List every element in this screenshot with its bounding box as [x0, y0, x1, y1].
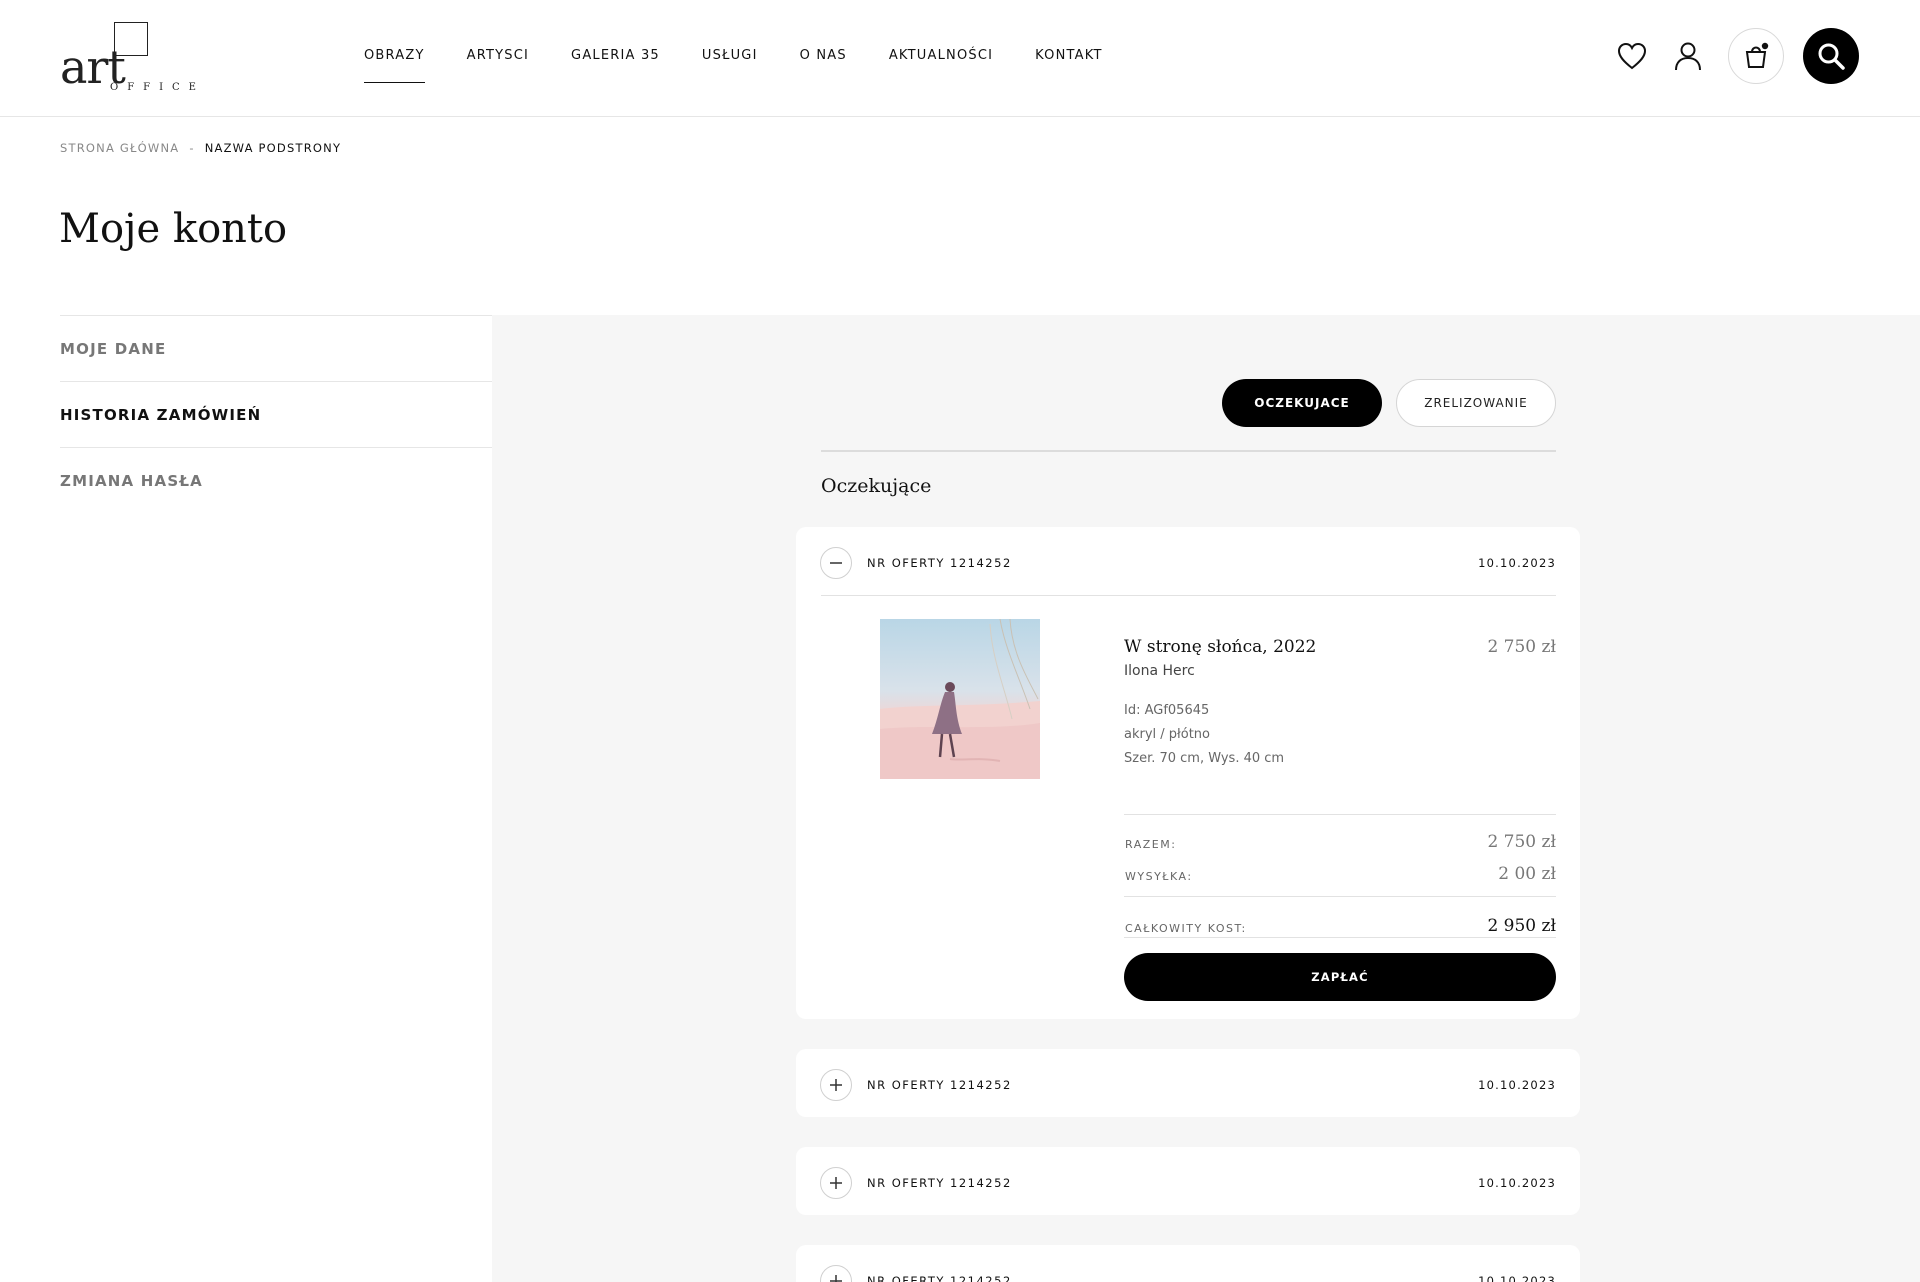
page-title: Moje konto	[59, 206, 288, 252]
offer-number: NR OFERTY 1214252	[867, 556, 1012, 570]
minus-icon	[830, 562, 842, 564]
product-size: Szer. 70 cm, Wys. 40 cm	[1124, 751, 1285, 766]
razem-value: 2 750 zł	[1487, 832, 1556, 852]
account-button[interactable]	[1660, 28, 1716, 84]
nav-item-kontakt[interactable]: KONTAKT	[1035, 48, 1102, 63]
plus-icon	[830, 1079, 842, 1091]
nav-item-o-nas[interactable]: O NAS	[800, 48, 847, 63]
offer-date: 10.10.2023	[1478, 1176, 1556, 1190]
cart-icon	[1745, 42, 1769, 68]
wysylka-label: WYSYŁKA:	[1125, 870, 1193, 883]
painting-image	[880, 619, 1040, 779]
section-title: Oczekujące	[821, 475, 932, 497]
sidebar-item-historia[interactable]: HISTORIA ZAMÓWIEŃ	[60, 381, 492, 447]
heart-icon	[1617, 42, 1647, 70]
pay-divider	[1124, 937, 1556, 938]
nav-item-obrazy[interactable]: OBRAZY	[364, 48, 425, 83]
breadcrumb-home[interactable]: STRONA GŁÓWNA	[60, 141, 179, 155]
breadcrumb: STRONA GŁÓWNA - NAZWA PODSTRONY	[60, 141, 341, 155]
pay-button[interactable]: ZAPŁAĆ	[1124, 953, 1556, 1001]
order-status-tabs: OCZEKUJACE ZRELIZOWANIE	[1222, 379, 1556, 427]
sidebar-item-zmiana-hasla[interactable]: ZMIANA HASŁA	[60, 447, 492, 513]
section-divider	[821, 450, 1556, 452]
breadcrumb-separator: -	[189, 141, 195, 155]
cart-button[interactable]	[1728, 28, 1784, 84]
nav-item-uslugi[interactable]: USŁUGI	[702, 48, 758, 63]
main-nav: OBRAZY ARTYSCI GALERIA 35 USŁUGI O NAS A…	[364, 48, 1145, 83]
collapse-toggle[interactable]	[820, 547, 852, 579]
expand-toggle[interactable]	[820, 1167, 852, 1199]
sidebar-item-moje-dane[interactable]: MOJE DANE	[60, 315, 492, 381]
tab-oczekujace[interactable]: OCZEKUJACE	[1222, 379, 1382, 427]
order-card-collapsed[interactable]: NR OFERTY 1214252 10.10.2023	[796, 1245, 1580, 1282]
wishlist-button[interactable]	[1604, 28, 1660, 84]
nav-item-artysci[interactable]: ARTYSCI	[467, 48, 529, 63]
order-card-collapsed[interactable]: NR OFERTY 1214252 10.10.2023	[796, 1049, 1580, 1117]
breadcrumb-current: NAZWA PODSTRONY	[204, 141, 342, 155]
order-card-collapsed[interactable]: NR OFERTY 1214252 10.10.2023	[796, 1147, 1580, 1215]
total-divider	[1124, 896, 1556, 897]
search-icon	[1818, 43, 1845, 70]
artwork-thumbnail[interactable]	[880, 619, 1040, 779]
razem-label: RAZEM:	[1125, 838, 1177, 851]
product-medium: akryl / płótno	[1124, 727, 1210, 742]
wysylka-value: 2 00 zł	[1498, 864, 1556, 884]
total-value: 2 950 zł	[1487, 916, 1556, 936]
plus-icon	[830, 1177, 842, 1189]
offer-date: 10.10.2023	[1478, 1078, 1556, 1092]
product-artist[interactable]: Ilona Herc	[1124, 663, 1195, 679]
order-card-expanded: NR OFERTY 1214252 10.10.2023 W stronę sł…	[796, 527, 1580, 1019]
offer-number: NR OFERTY 1214252	[867, 1078, 1012, 1092]
user-icon	[1675, 42, 1701, 71]
expand-toggle[interactable]	[820, 1069, 852, 1101]
offer-number: NR OFERTY 1214252	[867, 1274, 1012, 1282]
order-header[interactable]: NR OFERTY 1214252 10.10.2023	[796, 527, 1580, 595]
site-logo[interactable]: art OFFICE	[60, 22, 220, 98]
total-label: CAŁKOWITY KOST:	[1125, 922, 1247, 935]
nav-item-aktualnosci[interactable]: AKTUALNOŚCI	[889, 48, 993, 63]
product-id: Id: AGf05645	[1124, 703, 1210, 718]
order-header-divider	[821, 595, 1556, 596]
nav-item-galeria[interactable]: GALERIA 35	[571, 48, 660, 63]
plus-icon	[830, 1275, 842, 1282]
summary-divider	[1124, 814, 1556, 815]
orders-panel: OCZEKUJACE ZRELIZOWANIE Oczekujące NR OF…	[492, 315, 1920, 1282]
product-price: 2 750 zł	[1487, 637, 1556, 657]
offer-number: NR OFERTY 1214252	[867, 1176, 1012, 1190]
expand-toggle[interactable]	[820, 1265, 852, 1282]
logo-subtitle: OFFICE	[110, 82, 205, 93]
product-title[interactable]: W stronę słońca, 2022	[1124, 637, 1316, 657]
account-sidebar: MOJE DANE HISTORIA ZAMÓWIEŃ ZMIANA HASŁA	[60, 315, 492, 513]
search-button[interactable]	[1803, 28, 1859, 84]
tab-zrealizowane[interactable]: ZRELIZOWANIE	[1396, 379, 1556, 427]
offer-date: 10.10.2023	[1478, 556, 1556, 570]
offer-date: 10.10.2023	[1478, 1274, 1556, 1282]
site-header: art OFFICE OBRAZY ARTYSCI GALERIA 35 USŁ…	[0, 0, 1920, 117]
